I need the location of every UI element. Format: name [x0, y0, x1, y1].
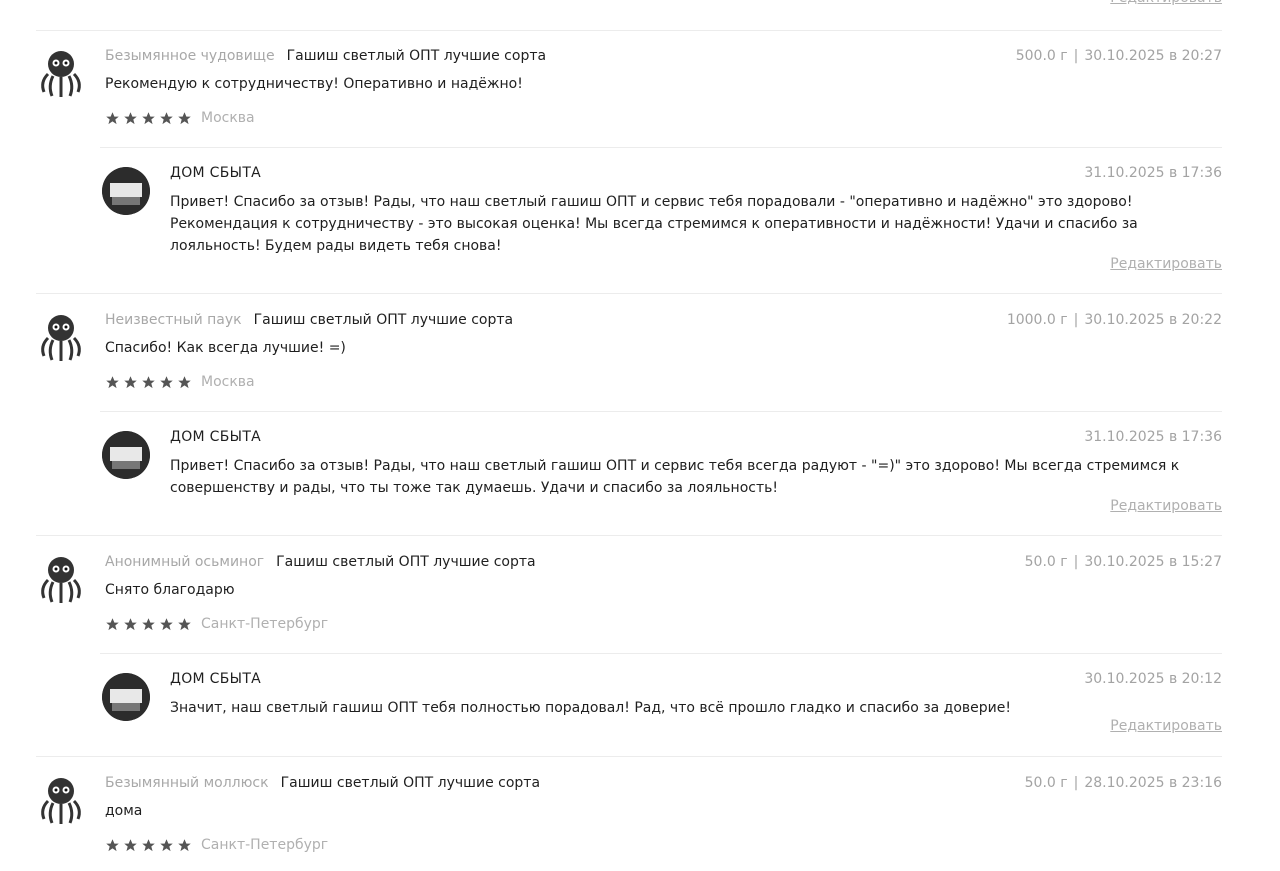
review-datetime: 30.10.2025 в 20:22	[1084, 312, 1222, 328]
reply-text: Значит, наш светлый гашиш ОПТ тебя полно…	[170, 700, 1012, 716]
star-icon	[124, 838, 137, 851]
star-icon	[124, 375, 137, 388]
star-icon	[106, 111, 119, 124]
divider	[36, 30, 1222, 31]
reply-text: Привет! Спасибо за отзыв! Рады, что наш …	[170, 194, 1138, 254]
octopus-icon[interactable]	[36, 48, 86, 98]
review-author: Безымянное чудовище	[105, 48, 275, 64]
divider	[100, 411, 1222, 412]
star-icon	[178, 111, 191, 124]
star-icon	[178, 838, 191, 851]
star-icon	[160, 838, 173, 851]
review-text: Рекомендую к сотрудничеству! Оперативно …	[105, 76, 523, 92]
divider	[100, 653, 1222, 654]
star-icon	[124, 111, 137, 124]
separator: |	[1073, 312, 1079, 328]
review-weight: 50.0 г	[1024, 554, 1068, 570]
divider	[100, 147, 1222, 148]
review-rating: Санкт-Петербург	[105, 837, 328, 853]
shop-logo-avatar[interactable]	[102, 431, 150, 479]
review-datetime: 28.10.2025 в 23:16	[1084, 775, 1222, 791]
octopus-icon[interactable]	[36, 775, 86, 825]
edit-link[interactable]: Редактировать	[1110, 498, 1222, 514]
divider	[36, 535, 1222, 536]
reply-date: 31.10.2025 в 17:36	[1084, 429, 1222, 445]
edit-link[interactable]: Редактировать	[1110, 256, 1222, 272]
edit-link[interactable]: Редактировать	[1110, 718, 1222, 734]
review-weight: 500.0 г	[1015, 48, 1068, 64]
reply-author: ДОМ СБЫТА	[170, 429, 262, 445]
reply-date: 30.10.2025 в 20:12	[1084, 671, 1222, 687]
star-icon	[142, 375, 155, 388]
review-date: 500.0 г | 30.10.2025 в 20:27	[1016, 48, 1222, 64]
review-date: 50.0 г | 30.10.2025 в 15:27	[1025, 554, 1222, 570]
reply-edit-wrap: Редактировать	[1110, 256, 1222, 272]
reply-author: ДОМ СБЫТА	[170, 671, 262, 687]
octopus-icon[interactable]	[36, 312, 86, 362]
review-city: Санкт-Петербург	[201, 837, 329, 853]
divider	[36, 756, 1222, 757]
review-weight: 50.0 г	[1024, 775, 1068, 791]
review-product[interactable]: Гашиш светлый ОПТ лучшие сорта	[276, 554, 535, 570]
star-icon	[160, 111, 173, 124]
star-icon	[106, 617, 119, 630]
review-text: Спасибо! Как всегда лучшие! =)	[105, 340, 346, 356]
review-meta: Анонимный осьминог Гашиш светлый ОПТ лучш…	[105, 554, 536, 570]
divider	[36, 293, 1222, 294]
review-city: Москва	[201, 110, 255, 126]
reply-author: ДОМ СБЫТА	[170, 165, 262, 181]
star-icon	[160, 375, 173, 388]
review-meta: Безымянный моллюск Гашиш светлый ОПТ лучш…	[105, 775, 540, 791]
review-product[interactable]: Гашиш светлый ОПТ лучшие сорта	[281, 775, 540, 791]
top-edit-link-wrap: Редактировать	[0, 0, 1222, 6]
review-rating: Москва	[105, 110, 255, 126]
separator: |	[1073, 48, 1079, 64]
star-icon	[106, 375, 119, 388]
review-meta: Безымянное чудовище Гашиш светлый ОПТ луч…	[105, 48, 546, 64]
star-icon	[178, 617, 191, 630]
star-icon	[178, 375, 191, 388]
review-weight: 1000.0 г	[1006, 312, 1068, 328]
review-city: Санкт-Петербург	[201, 616, 329, 632]
star-icon	[106, 838, 119, 851]
review-rating: Санкт-Петербург	[105, 616, 328, 632]
shop-logo-avatar[interactable]	[102, 167, 150, 215]
review-datetime: 30.10.2025 в 15:27	[1084, 554, 1222, 570]
review-author: Анонимный осьминог	[105, 554, 265, 570]
review-product[interactable]: Гашиш светлый ОПТ лучшие сорта	[254, 312, 513, 328]
review-date: 1000.0 г | 30.10.2025 в 20:22	[1007, 312, 1222, 328]
review-author: Безымянный моллюск	[105, 775, 269, 791]
review-author: Неизвестный паук	[105, 312, 242, 328]
review-meta: Неизвестный паук Гашиш светлый ОПТ лучшие…	[105, 312, 513, 328]
reply-date: 31.10.2025 в 17:36	[1084, 165, 1222, 181]
review-datetime: 30.10.2025 в 20:27	[1084, 48, 1222, 64]
review-text: дома	[105, 803, 143, 819]
shop-logo-avatar[interactable]	[102, 673, 150, 721]
octopus-icon[interactable]	[36, 554, 86, 604]
review-text: Снято благодарю	[105, 582, 235, 598]
review-rating: Москва	[105, 374, 255, 390]
reply-edit-wrap: Редактировать	[1110, 498, 1222, 514]
review-product[interactable]: Гашиш светлый ОПТ лучшие сорта	[287, 48, 546, 64]
separator: |	[1073, 554, 1079, 570]
edit-link[interactable]: Редактировать	[1110, 0, 1222, 6]
star-icon	[142, 111, 155, 124]
reply-edit-wrap: Редактировать	[1110, 718, 1222, 734]
review-date: 50.0 г | 28.10.2025 в 23:16	[1025, 775, 1222, 791]
separator: |	[1073, 775, 1079, 791]
review-city: Москва	[201, 374, 255, 390]
star-icon	[160, 617, 173, 630]
star-icon	[124, 617, 137, 630]
star-icon	[142, 838, 155, 851]
reply-text: Привет! Спасибо за отзыв! Рады, что наш …	[170, 458, 1180, 496]
star-icon	[142, 617, 155, 630]
